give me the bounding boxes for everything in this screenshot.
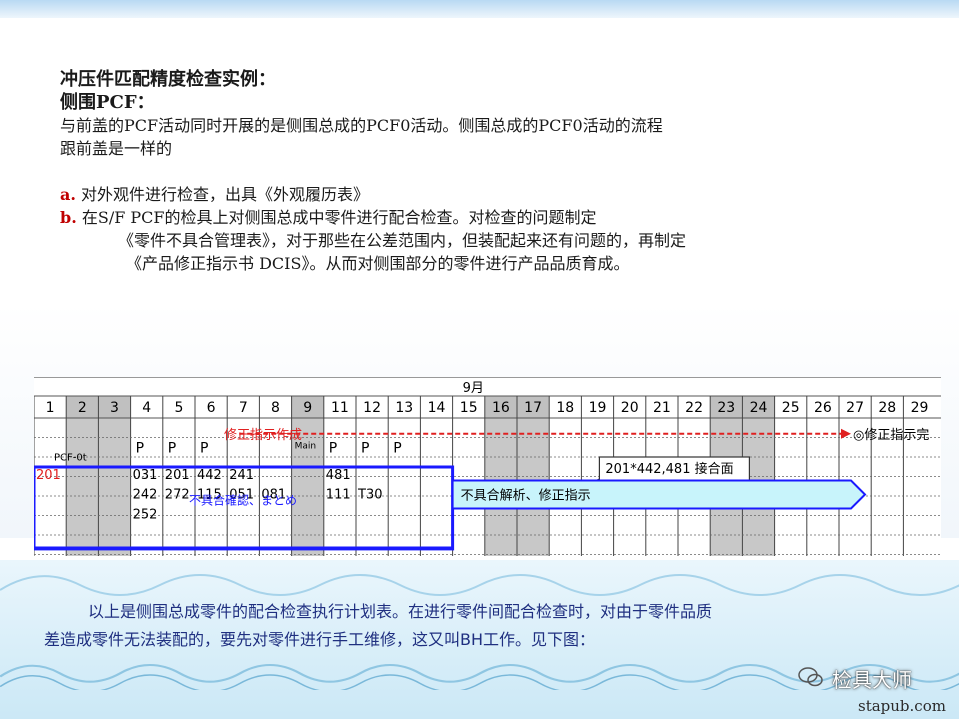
- part-number: 111: [326, 487, 351, 502]
- analysis-arrow-label: 不具合解析、修正指示: [461, 489, 591, 504]
- day-label: 16: [492, 400, 510, 416]
- day-label: 23: [717, 400, 735, 416]
- item-a: a. 对外观件进行检查，出具《外观履历表》: [60, 183, 940, 206]
- day-label: 3: [110, 400, 119, 416]
- wechat-icon: [798, 667, 823, 687]
- item-a-text: 对外观件进行检查，出具《外观履历表》: [81, 185, 370, 204]
- day-label: 27: [846, 400, 864, 416]
- day-label: 13: [395, 400, 413, 416]
- site-url: stapub.com: [858, 697, 946, 715]
- day-label: 24: [750, 400, 768, 416]
- wave-decoration: [0, 574, 959, 596]
- day-label: 11: [331, 400, 349, 416]
- paragraph-line: 与前盖的PCF活动同时开展的是侧围总成的PCF0活动。侧围总成的PCF0活动的流…: [60, 116, 663, 135]
- day-label: 19: [589, 400, 607, 416]
- part-number: 201: [36, 468, 61, 483]
- day-label: 26: [814, 400, 832, 416]
- top-banner: [0, 0, 959, 18]
- main-label: Main: [295, 441, 317, 451]
- part-number: 031: [133, 468, 158, 483]
- part-number: 242: [133, 487, 158, 502]
- item-b-text: 在S/F PCF的检具上对侧围总成中零件进行配合检查。对检查的问题制定: [81, 208, 597, 227]
- day-label: 22: [685, 400, 703, 416]
- item-b-line: 《产品修正指示书 DCIS》。从而对侧围部分的零件进行产品品质育成。: [126, 254, 630, 273]
- p-marker: P: [393, 440, 401, 456]
- pcf-label: PCF-0t: [54, 452, 87, 463]
- p-marker: P: [329, 440, 337, 456]
- item-a-marker: a.: [60, 185, 76, 204]
- day-label: 14: [428, 400, 446, 416]
- day-label: 25: [782, 400, 800, 416]
- day-label: 18: [556, 400, 574, 416]
- part-number: 241: [229, 468, 254, 483]
- part-number: 442: [197, 468, 222, 483]
- day-label: 17: [524, 400, 542, 416]
- part-number: 201: [165, 468, 190, 483]
- item-b-line: 《零件不具合管理表》，对于那些在公差范围内，但装配起来还有问题的，再制定: [118, 231, 687, 250]
- item-b: b. 在S/F PCF的检具上对侧围总成中零件进行配合检查。对检查的问题制定: [60, 206, 940, 229]
- day-label: 1: [46, 400, 55, 416]
- day-label: 29: [911, 400, 929, 416]
- day-label: 6: [207, 400, 216, 416]
- day-label: 4: [142, 400, 151, 416]
- nonconform-check-label: 不具合確認、まとめ: [189, 492, 297, 507]
- day-label: 20: [621, 400, 639, 416]
- brand-name: 检具大师: [832, 668, 912, 692]
- month-label: 9月: [463, 381, 484, 396]
- caption-line: 差造成零件无法装配的，要先对零件进行手工维修，这又叫BH工作。见下图：: [44, 630, 596, 649]
- p-marker: P: [200, 440, 208, 456]
- part-number: 481: [326, 468, 351, 483]
- day-label: 8: [271, 400, 280, 416]
- fix-arrow-label: 修正指示作成: [224, 428, 302, 443]
- day-label: 9: [303, 400, 312, 416]
- schedule-chart: 9月 1 2 3 4 5 6 7 8 9 11 12 13 14 15 16 17 18 19 20 21 22 23 24 2…: [34, 377, 941, 556]
- day-label: 21: [653, 400, 671, 416]
- day-label: 28: [878, 400, 896, 416]
- part-number: T30: [357, 487, 382, 502]
- day-label: 7: [239, 400, 248, 416]
- day-label: 15: [460, 400, 478, 416]
- section-subtitle: 侧围PCF：: [60, 92, 155, 113]
- day-label: 5: [174, 400, 183, 416]
- part-number: 252: [133, 507, 158, 522]
- paragraph-line: 跟前盖是一样的: [60, 139, 173, 158]
- day-label: 2: [78, 400, 87, 416]
- schedule-grid: 9月1 2 3 4 5 6 7 8 9 11 12 13 14 15 16 17 18 19 20 21 22 23 24 2…: [34, 381, 941, 556]
- page-title: 冲压件匹配精度检查实例：: [60, 69, 276, 90]
- callout-line: 201*442,481 接合面: [605, 461, 733, 477]
- p-marker: P: [136, 440, 144, 456]
- item-b-marker: b.: [60, 208, 77, 227]
- day-label: 12: [363, 400, 381, 416]
- part-number: 272: [165, 487, 190, 502]
- p-marker: P: [361, 440, 369, 456]
- caption-line: 以上是侧围总成零件的配合检查执行计划表。在进行零件间配合检查时，对由于零件品质: [88, 602, 713, 621]
- p-marker: P: [168, 440, 176, 456]
- description-text: 冲压件匹配精度检查实例： 侧围PCF： 与前盖的PCF活动同时开展的是侧围总成的…: [60, 68, 940, 275]
- caption-text: 以上是侧围总成零件的配合检查执行计划表。在进行零件间配合检查时，对由于零件品质 …: [44, 598, 924, 654]
- fix-done-label: ◎修正指示完: [853, 428, 929, 443]
